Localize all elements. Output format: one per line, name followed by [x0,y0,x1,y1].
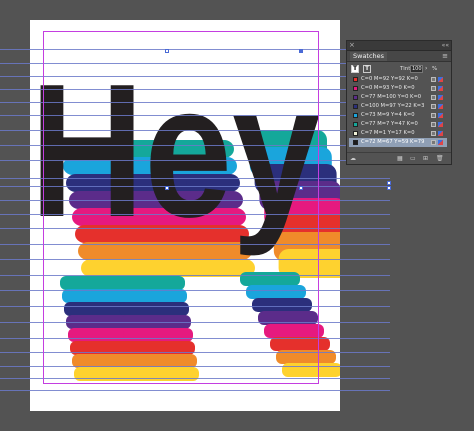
cmyk-mode-icon [438,77,443,82]
swatch-row[interactable]: C=73 M=9 Y=4 K=0 [349,111,447,120]
trash-icon[interactable]: 🗑 [436,155,444,162]
panel-menu-icon[interactable]: ≡ [442,51,448,61]
cmyk-mode-icon [438,140,443,145]
swatch-name: C=100 M=97 Y=22 K=3 [361,103,425,109]
swatch-list: C=0 M=92 Y=92 K=0 C=0 M=93 Y=0 K=0 C=77 M=… [349,75,447,147]
swatch-row[interactable]: C=0 M=93 Y=0 K=0 [349,84,447,93]
fill-stroke-icon[interactable]: T [351,65,359,73]
tint-unit: % [432,66,438,72]
swatch-view-icon[interactable]: ▦ [397,155,403,162]
swatch-row[interactable]: C=77 M=7 Y=47 K=0 [349,120,447,129]
process-color-icon [431,95,436,100]
cloud-icon[interactable]: ☁ [350,155,356,162]
formatting-text-icon[interactable]: T [363,65,371,73]
process-color-icon [431,86,436,91]
swatch-color-chip [353,86,358,91]
swatch-color-chip [353,122,358,127]
process-color-icon [431,77,436,82]
swatch-row[interactable]: C=77 M=100 Y=0 K=0 [349,93,447,102]
swatch-row[interactable]: C=72 M=67 Y=59 K=79 [349,138,447,147]
swatch-name: C=72 M=67 Y=59 K=79 [361,139,425,145]
new-swatch-icon[interactable]: ⊞ [423,155,428,162]
process-color-icon [431,131,436,136]
frame-handle-center[interactable] [299,186,303,190]
process-color-icon [431,104,436,109]
panel-footer: ☁ ▦ ▭ ⊞ 🗑 [347,152,451,164]
swatch-name: C=73 M=9 Y=4 K=0 [361,112,415,118]
swatch-row[interactable]: C=0 M=92 Y=92 K=0 [349,75,447,84]
swatches-panel[interactable]: × «« Swatches ≡ T T Tint: 100 › % C=0 M=… [346,40,452,165]
pasteboard: Hey × «« Swatches ≡ T T Tint: 100 › % C=… [0,0,474,431]
swatch-color-chip [353,104,358,109]
chevron-right-icon[interactable]: › [425,65,427,72]
swatch-color-chip [353,77,358,82]
frame-handle-edge-2[interactable] [387,186,391,190]
cmyk-mode-icon [438,104,443,109]
panel-tabbar: Swatches ≡ [347,51,451,62]
cmyk-mode-icon [438,95,443,100]
cmyk-mode-icon [438,86,443,91]
folder-icon[interactable]: ▭ [410,155,416,162]
swatch-color-chip [353,95,358,100]
frame-handle-top[interactable] [165,49,169,53]
frame-handle-edge[interactable] [387,181,391,185]
swatch-color-chip [353,140,358,145]
cmyk-mode-icon [438,131,443,136]
margin-frame [43,31,319,384]
cmyk-mode-icon [438,122,443,127]
process-color-icon [431,140,436,145]
swatch-name: C=0 M=93 Y=0 K=0 [361,85,415,91]
process-color-icon [431,122,436,127]
swatch-name: C=0 M=92 Y=92 K=0 [361,76,418,82]
swatch-color-chip [353,131,358,136]
swatch-name: C=77 M=100 Y=0 K=0 [361,94,422,100]
ruler-guide[interactable] [0,390,390,391]
process-color-icon [431,113,436,118]
close-icon[interactable]: × [349,41,355,50]
swatch-row[interactable]: C=7 M=1 Y=17 K=0 [349,129,447,138]
cmyk-mode-icon [438,113,443,118]
tint-input[interactable]: 100 [410,65,423,73]
swatch-name: C=7 M=1 Y=17 K=0 [361,130,415,136]
tab-swatches[interactable]: Swatches [350,52,388,61]
swatch-row[interactable]: C=100 M=97 Y=22 K=3 [349,102,447,111]
frame-handle-top-right[interactable] [299,49,303,53]
swatch-color-chip [353,113,358,118]
collapse-icon[interactable]: «« [442,41,449,50]
swatch-name: C=77 M=7 Y=47 K=0 [361,121,418,127]
panel-titlebar[interactable]: × «« [347,41,451,51]
frame-handle-left[interactable] [165,186,169,190]
